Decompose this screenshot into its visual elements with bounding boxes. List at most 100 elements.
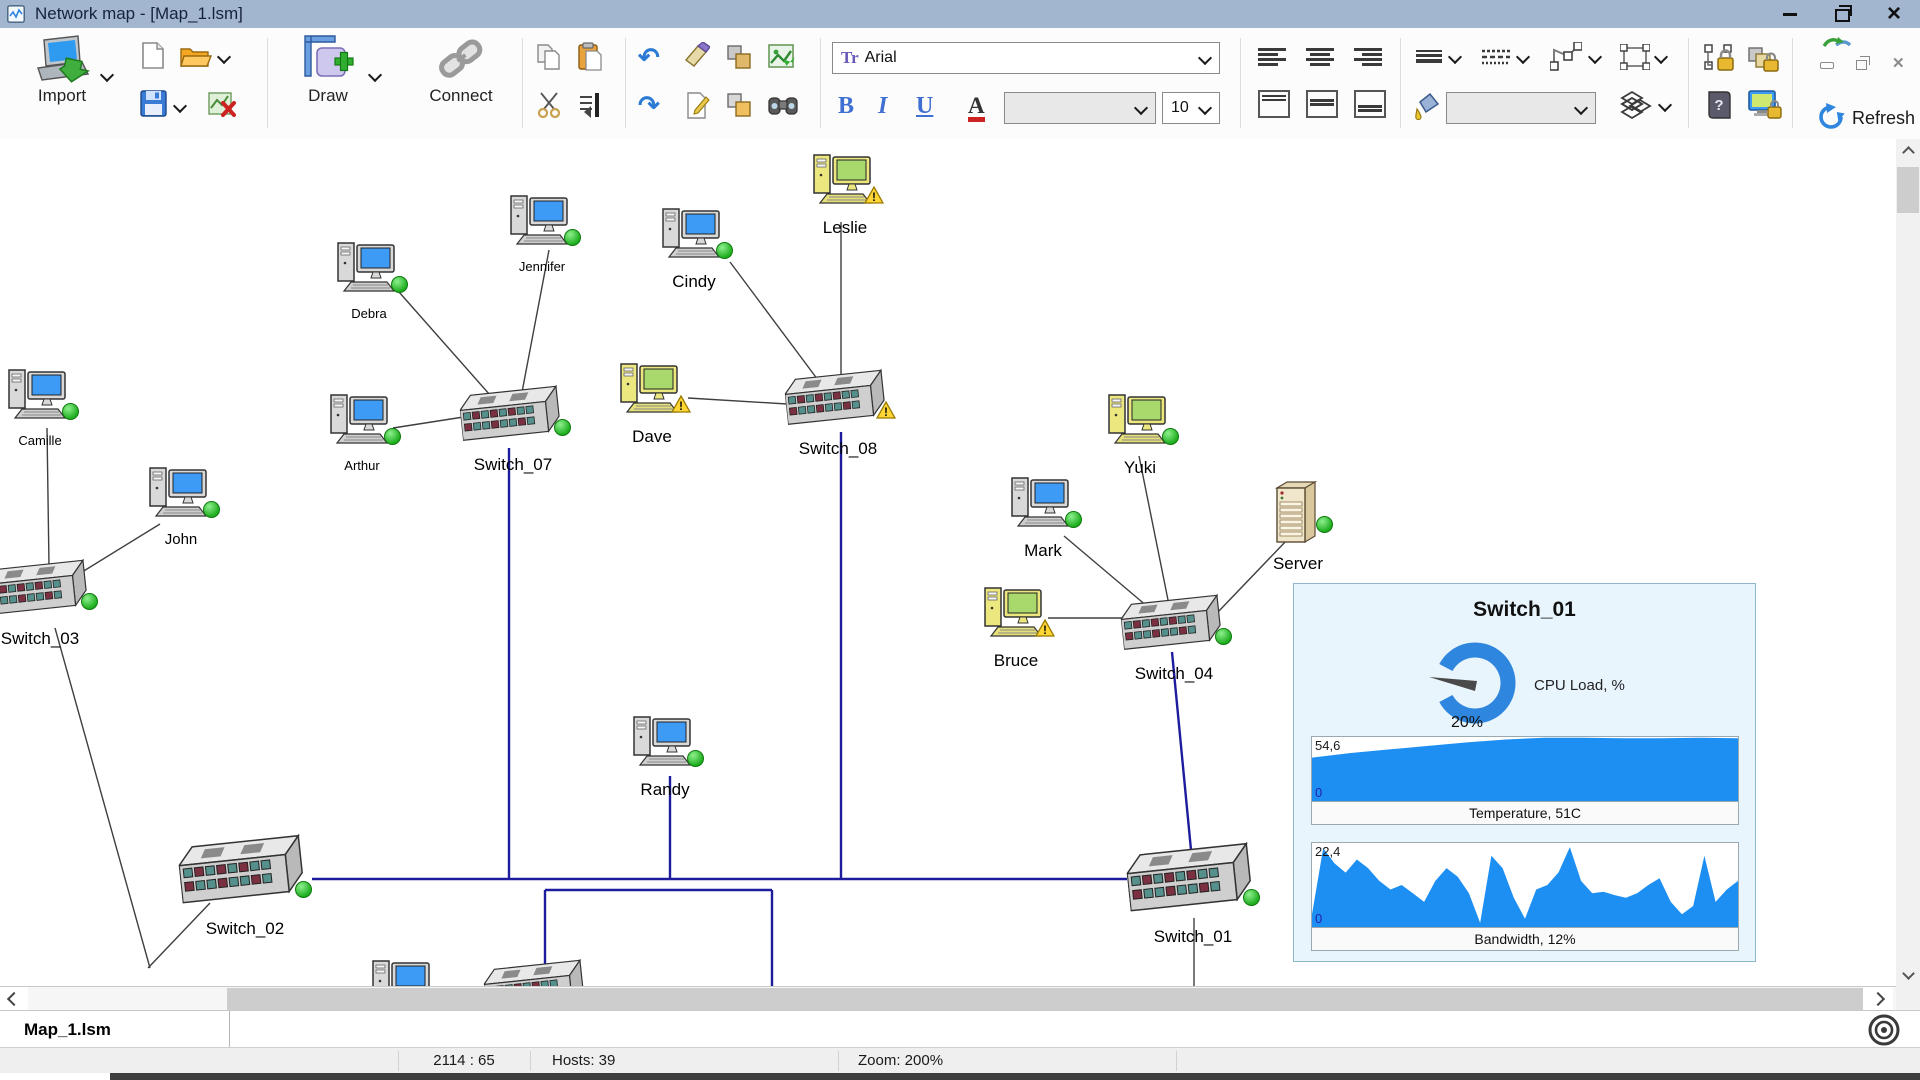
export-image-icon[interactable] xyxy=(768,42,796,70)
draw-dropdown-icon[interactable] xyxy=(368,68,382,82)
network-node-yuki[interactable]: Yuki xyxy=(1108,392,1172,450)
connector-style-dropdown-icon[interactable] xyxy=(1588,50,1602,64)
arrange-objects-icon[interactable] xyxy=(578,92,602,118)
find-icon[interactable] xyxy=(768,92,798,118)
line-style-dropdown-icon[interactable] xyxy=(1516,50,1530,64)
format-painter-icon[interactable] xyxy=(684,42,710,69)
line-width-button[interactable] xyxy=(1416,48,1442,65)
network-node-john[interactable]: John xyxy=(149,465,213,523)
network-node-dave[interactable]: !Dave xyxy=(620,361,684,419)
save-dropdown-icon[interactable] xyxy=(173,99,187,113)
line-color-select[interactable] xyxy=(1446,92,1596,124)
minimize-button[interactable] xyxy=(1764,0,1816,28)
network-node-arthur[interactable]: Arthur xyxy=(330,392,394,450)
line-color-dropdown-icon xyxy=(1574,101,1588,115)
paint-bucket-icon[interactable] xyxy=(1414,92,1440,120)
lock-screen-icon[interactable] xyxy=(1748,90,1782,120)
delete-map-icon[interactable] xyxy=(208,90,236,117)
lock-objects-icon[interactable] xyxy=(1748,44,1780,74)
connector-style-button[interactable] xyxy=(1550,42,1582,72)
scroll-right-button[interactable] xyxy=(1863,987,1893,1011)
draw-button[interactable]: Draw xyxy=(282,34,374,134)
network-node[interactable] xyxy=(372,958,436,986)
network-node-randy[interactable]: Randy xyxy=(633,714,697,772)
pc-icon xyxy=(633,714,697,772)
valign-bottom-button[interactable] xyxy=(1354,90,1386,118)
network-node-server[interactable]: Server xyxy=(1275,480,1321,546)
underline-button[interactable]: U xyxy=(916,94,933,118)
network-node-leslie[interactable]: !Leslie xyxy=(813,152,877,210)
scroll-left-button[interactable] xyxy=(0,987,28,1011)
lock-network-icon[interactable] xyxy=(1704,44,1736,74)
map-canvas[interactable]: !Leslie Jennifer Cindy Debra Camille Arthur Sw… xyxy=(0,139,1896,986)
redo-icon[interactable]: ↷ xyxy=(638,92,660,118)
font-color-button[interactable]: A xyxy=(968,94,985,122)
horizontal-scroll-thumb[interactable] xyxy=(227,988,1863,1010)
network-link xyxy=(55,628,150,968)
refresh-icon[interactable] xyxy=(1816,102,1846,132)
scroll-up-button[interactable] xyxy=(1896,139,1920,165)
font-size-select[interactable]: 10 xyxy=(1162,92,1220,124)
font-family-select[interactable]: Tr Arial xyxy=(832,42,1220,74)
align-right-button[interactable] xyxy=(1354,46,1382,68)
network-node-switch_01[interactable]: Switch_01 xyxy=(1128,847,1258,919)
mdi-restore-button[interactable] xyxy=(1856,60,1867,70)
import-dropdown-icon[interactable] xyxy=(100,68,114,82)
align-left-button[interactable] xyxy=(1258,46,1286,68)
copy-icon[interactable] xyxy=(536,44,562,70)
align-center-button[interactable] xyxy=(1306,46,1334,68)
import-button[interactable]: Import xyxy=(16,34,108,134)
open-folder-icon[interactable] xyxy=(180,44,212,68)
network-node-switch_04[interactable]: Switch_04 xyxy=(1122,598,1226,656)
edit-page-icon[interactable] xyxy=(686,92,710,119)
maximize-button[interactable] xyxy=(1816,0,1868,28)
undo-icon[interactable]: ↶ xyxy=(638,44,660,70)
center-map-button[interactable] xyxy=(1866,1012,1902,1048)
valign-top-button[interactable] xyxy=(1258,90,1290,118)
network-node-switch_08[interactable]: !Switch_08 xyxy=(786,373,890,431)
node-label: Leslie xyxy=(823,218,867,238)
save-icon[interactable] xyxy=(140,90,167,117)
taskbar-edge xyxy=(110,1073,1920,1080)
network-node-bruce[interactable]: !Bruce xyxy=(984,585,1048,643)
scroll-down-button[interactable] xyxy=(1896,960,1920,986)
help-book-icon[interactable]: ? xyxy=(1706,90,1732,120)
italic-button[interactable]: I xyxy=(878,94,887,118)
cut-icon[interactable] xyxy=(536,92,562,118)
order-objects-icon[interactable] xyxy=(726,92,752,118)
copy-objects-icon[interactable] xyxy=(726,44,752,70)
open-dropdown-icon[interactable] xyxy=(217,50,231,64)
connect-button[interactable]: Connect xyxy=(415,34,507,134)
new-file-icon[interactable] xyxy=(142,42,164,69)
line-width-dropdown-icon[interactable] xyxy=(1448,50,1462,64)
network-node-mark[interactable]: Mark xyxy=(1011,475,1075,533)
network-node-camille[interactable]: Camille xyxy=(8,367,72,425)
network-node-debra[interactable]: Debra xyxy=(337,240,401,298)
tab-map1[interactable]: Map_1.lsm xyxy=(0,1011,230,1048)
refresh-label[interactable]: Refresh xyxy=(1852,108,1915,129)
network-node-jennifer[interactable]: Jennifer xyxy=(510,193,574,251)
vertical-scroll-thumb[interactable] xyxy=(1897,167,1919,213)
line-style-button[interactable] xyxy=(1482,48,1510,66)
network-node-switch_07[interactable]: Switch_07 xyxy=(461,389,565,447)
update-status-icon[interactable] xyxy=(1822,36,1852,50)
shape-style-button[interactable] xyxy=(1620,44,1650,70)
lattice-style-button[interactable] xyxy=(1620,90,1652,120)
close-button[interactable]: × xyxy=(1868,0,1920,28)
status-ok-icon xyxy=(1065,511,1082,528)
mdi-close-button[interactable]: ✕ xyxy=(1892,56,1905,71)
network-node-switch_03[interactable]: Switch_03 xyxy=(0,563,92,621)
bold-button[interactable]: B xyxy=(838,94,854,118)
lattice-dropdown-icon[interactable] xyxy=(1658,98,1672,112)
node-label: Cindy xyxy=(672,272,715,292)
paste-icon[interactable] xyxy=(578,42,602,71)
mdi-minimize-button[interactable] xyxy=(1820,62,1834,69)
horizontal-scrollbar[interactable] xyxy=(0,986,1896,1010)
shape-style-dropdown-icon[interactable] xyxy=(1654,50,1668,64)
fill-color-select[interactable] xyxy=(1004,92,1156,124)
valign-middle-button[interactable] xyxy=(1306,90,1338,118)
vertical-scrollbar[interactable] xyxy=(1896,139,1920,986)
network-node[interactable] xyxy=(485,963,589,986)
network-node-switch_02[interactable]: Switch_02 xyxy=(180,839,310,911)
network-node-cindy[interactable]: Cindy xyxy=(662,206,726,264)
